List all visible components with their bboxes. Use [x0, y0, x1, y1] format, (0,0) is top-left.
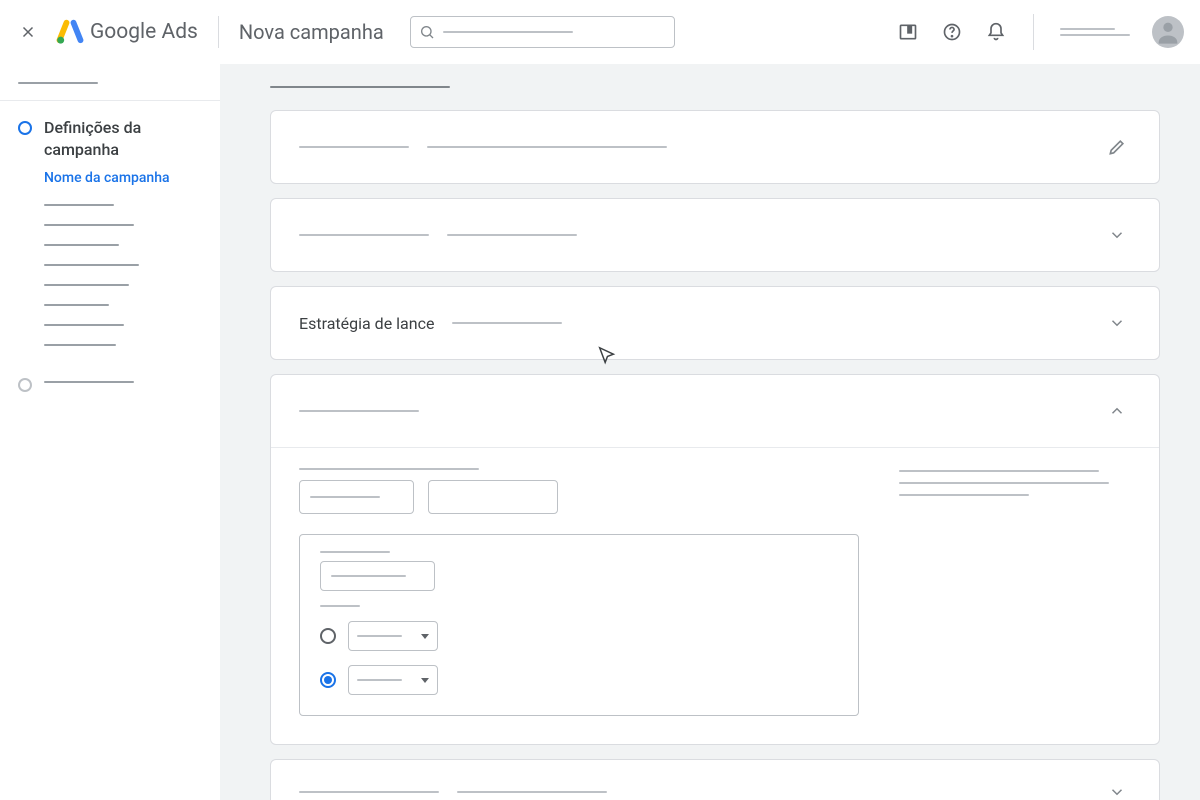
search-icon [419, 24, 435, 40]
chevron-down-icon [421, 634, 429, 639]
page-title-placeholder [270, 86, 1160, 88]
substep-item[interactable] [44, 324, 220, 326]
field-label [299, 468, 859, 470]
account-meta [1060, 28, 1130, 36]
schedule-option-1[interactable] [320, 621, 838, 651]
header-actions [897, 14, 1184, 50]
product-logo: Google Ads [56, 18, 198, 46]
help-icon[interactable] [941, 21, 963, 43]
option-2-dropdown[interactable] [348, 665, 438, 695]
bid-strategy-title: Estratégia de lance [299, 314, 434, 333]
app-header: Google Ads Nova campanha [0, 0, 1200, 64]
settings-card-collapsed[interactable] [270, 759, 1160, 800]
main-content: Estratégia de lance [220, 64, 1200, 800]
substep-item[interactable] [44, 344, 220, 346]
chevron-down-icon [421, 678, 429, 683]
option-1-dropdown[interactable] [348, 621, 438, 651]
campaign-name-card [270, 110, 1160, 184]
radio-checked-icon [320, 672, 336, 688]
substep-item[interactable] [44, 244, 220, 246]
bid-strategy-card[interactable]: Estratégia de lance [270, 286, 1160, 360]
amount-input[interactable] [299, 480, 414, 514]
substep-item[interactable] [44, 264, 220, 266]
schedule-option-2[interactable] [320, 665, 838, 695]
wizard-step-1-title: Definições da campanha [44, 117, 202, 160]
substep-item[interactable] [44, 284, 220, 286]
google-ads-logo-icon [56, 18, 84, 46]
reports-icon[interactable] [897, 21, 919, 43]
wizard-sidebar: Definições da campanha Nome da campanha [0, 64, 220, 800]
date-input[interactable] [320, 561, 435, 591]
wizard-step-2[interactable] [0, 374, 220, 392]
chevron-down-icon [1103, 778, 1131, 800]
secondary-input[interactable] [428, 480, 558, 514]
search-input[interactable] [410, 16, 675, 48]
card-value-line [427, 146, 667, 148]
step-bullet-inactive-icon [18, 378, 32, 392]
chevron-down-icon [1103, 221, 1131, 249]
budget-card-expanded [270, 374, 1160, 745]
help-panel [899, 468, 1131, 716]
wizard-step-1[interactable]: Definições da campanha [0, 117, 220, 160]
substep-item[interactable] [44, 224, 220, 226]
sidebar-heading-line [18, 82, 98, 84]
search-placeholder-line [443, 31, 573, 33]
substep-item[interactable] [44, 304, 220, 306]
substep-item[interactable] [44, 204, 220, 206]
chevron-up-icon[interactable] [1103, 397, 1131, 425]
breadcrumb: Nova campanha [239, 20, 384, 44]
product-name: Google Ads [90, 20, 198, 44]
notifications-icon[interactable] [985, 21, 1007, 43]
close-icon[interactable] [16, 20, 40, 44]
card-title-line [299, 146, 409, 148]
user-avatar[interactable] [1152, 16, 1184, 48]
radio-unchecked-icon [320, 628, 336, 644]
substep-nome-da-campanha[interactable]: Nome da campanha [44, 170, 220, 186]
header-divider [218, 16, 219, 48]
header-divider-2 [1033, 14, 1034, 50]
step-bullet-active-icon [18, 121, 32, 135]
edit-icon[interactable] [1103, 133, 1131, 161]
settings-card-collapsed[interactable] [270, 198, 1160, 272]
chevron-down-icon [1103, 309, 1131, 337]
schedule-box [299, 534, 859, 716]
